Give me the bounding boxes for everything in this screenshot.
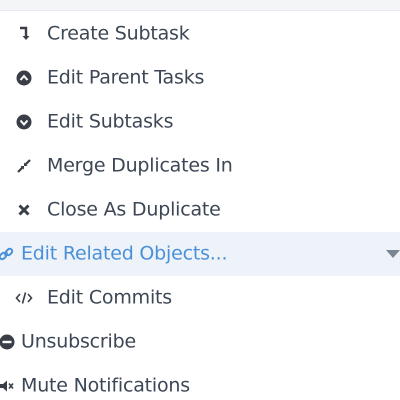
menu-item-edit-subtasks[interactable]: Edit Subtasks: [0, 100, 400, 144]
menu-item-edit-commits[interactable]: Edit Commits: [0, 276, 400, 320]
menu-item-label: Edit Subtasks: [47, 110, 174, 133]
menu-item-label: Unsubscribe: [21, 330, 136, 353]
close-icon: [15, 201, 33, 219]
chevron-down-icon[interactable]: [386, 250, 400, 258]
menu-item-close-as-duplicate[interactable]: Close As Duplicate: [0, 188, 400, 232]
subtask-arrow-icon: [15, 25, 33, 43]
minus-circle-icon: [0, 333, 16, 351]
menu-item-label: Edit Commits: [47, 286, 172, 309]
menu-item-edit-related-objects[interactable]: Edit Related Objects...: [0, 232, 400, 276]
menu-item-label: Close As Duplicate: [47, 198, 221, 221]
actions-menu-screen: Create Subtask Edit Parent Tasks Edit Su…: [0, 0, 400, 400]
link-icon: [0, 245, 15, 263]
menu-item-merge-duplicates-in[interactable]: Merge Duplicates In: [0, 144, 400, 188]
menu-item-label: Edit Related Objects...: [21, 242, 228, 265]
chevron-up-circle-icon: [15, 69, 33, 87]
menu-item-edit-parent-tasks[interactable]: Edit Parent Tasks: [0, 56, 400, 100]
menu-item-unsubscribe[interactable]: Unsubscribe: [0, 320, 400, 364]
menu-item-create-subtask[interactable]: Create Subtask: [0, 12, 400, 56]
menu-item-label: Edit Parent Tasks: [47, 66, 205, 89]
mute-speaker-icon: [0, 377, 15, 395]
menu-item-label: Mute Notifications: [21, 374, 190, 397]
code-icon: [15, 289, 33, 307]
menu-item-label: Merge Duplicates In: [47, 154, 233, 177]
compress-icon: [15, 157, 33, 175]
chevron-down-circle-icon: [15, 113, 33, 131]
menu-top-edge: [0, 0, 400, 11]
menu-item-label: Create Subtask: [47, 22, 190, 45]
menu-item-mute-notifications[interactable]: Mute Notifications: [0, 364, 400, 400]
